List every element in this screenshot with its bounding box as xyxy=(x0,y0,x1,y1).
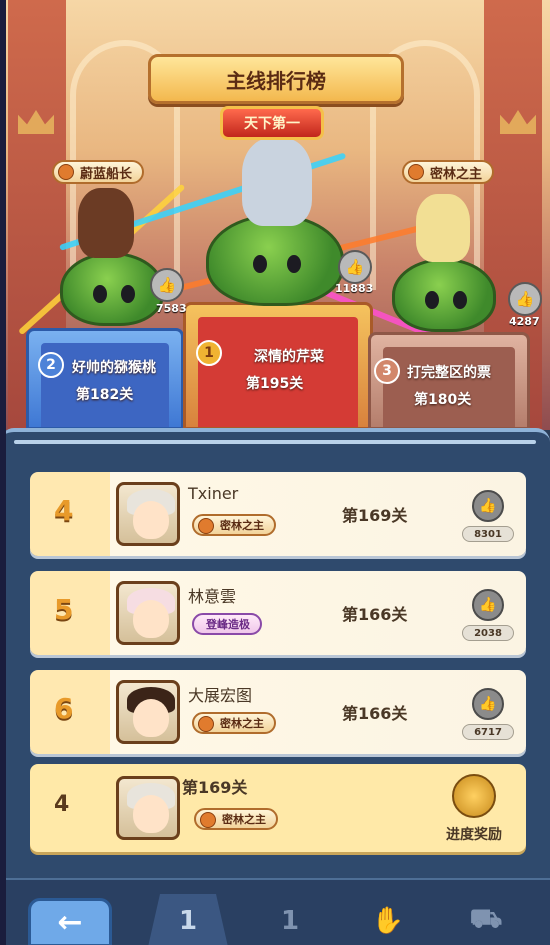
player-name: 大展宏图 xyxy=(188,686,253,705)
player-title: 登峰造极 xyxy=(192,613,262,635)
podium-second-name: 好帅的猕猴桃 xyxy=(72,360,156,376)
screen-edge xyxy=(0,0,6,945)
like-button[interactable]: 👍 xyxy=(472,688,504,720)
tab-guild-ranking[interactable]: ✋ xyxy=(348,894,428,945)
page-title: 主线排行榜 xyxy=(148,54,404,104)
treasure-chest-icon xyxy=(452,774,496,818)
hero-third[interactable] xyxy=(416,194,470,262)
table-row[interactable]: 6 大展宏图 密林之主 第166关 👍 6717 xyxy=(30,670,526,754)
bottom-nav: ← 1 1 ✋ ⛟ xyxy=(0,878,550,945)
avatar[interactable] xyxy=(116,680,180,744)
banner-icon: 1 xyxy=(280,905,300,936)
podium-scene: 主线排行榜 天下第一 蔚蓝船长 密林之主 👍 7583 👍 11883 👍 42… xyxy=(0,0,550,430)
podium-second-level: 第182关 xyxy=(76,387,134,403)
back-arrow-icon: ← xyxy=(57,905,83,940)
trophy-icon: 1 xyxy=(178,905,198,936)
progress-reward-button[interactable]: 进度奖励 xyxy=(430,774,518,844)
ranking-list-panel[interactable]: 4 Txiner 密林之主 第169关 👍 8301 5 林意雲 登峰造极 第1… xyxy=(0,428,550,878)
player-name: Txiner xyxy=(188,484,239,503)
thumbs-up-icon: 👍 xyxy=(479,498,497,514)
hero-second[interactable] xyxy=(78,188,134,258)
tab-tower-ranking[interactable]: 1 xyxy=(250,894,330,945)
champion-badge: 天下第一 xyxy=(220,106,324,140)
my-rank-row[interactable]: 4 第169关 密林之主 进度奖励 xyxy=(30,764,526,852)
player-title: 密林之主 xyxy=(192,514,276,536)
rank-number: 4 xyxy=(54,792,70,817)
thumbs-up-icon: 👍 xyxy=(157,276,177,294)
likes-second: 7583 xyxy=(156,302,187,315)
podium-first-level: 第195关 xyxy=(246,376,304,392)
player-title: 密林之主 xyxy=(192,712,276,734)
likes-first: 11883 xyxy=(335,282,374,295)
tab-main-ranking[interactable]: 1 xyxy=(148,894,228,945)
medal-icon: 2 xyxy=(38,352,64,378)
panel-divider xyxy=(14,440,536,444)
player-title: 密林之主 xyxy=(194,808,278,830)
like-button-third[interactable]: 👍 xyxy=(508,282,542,316)
player-level: 第166关 xyxy=(342,704,408,723)
podium-first[interactable] xyxy=(183,302,373,430)
player-level: 第169关 xyxy=(182,778,248,797)
bush-mount-third xyxy=(392,258,496,332)
like-count: 2038 xyxy=(462,625,514,641)
podium-first-name: 深情的芹菜 xyxy=(254,349,324,365)
avatar[interactable] xyxy=(116,581,180,645)
progress-reward-label: 进度奖励 xyxy=(446,827,502,843)
anchor-icon xyxy=(58,164,74,180)
mushroom-icon xyxy=(198,716,214,732)
like-count: 8301 xyxy=(462,526,514,542)
leaderboard-screen: 主线排行榜 天下第一 蔚蓝船长 密林之主 👍 7583 👍 11883 👍 42… xyxy=(0,0,550,945)
thumbs-up-icon: 👍 xyxy=(345,258,365,276)
thumbs-up-icon: 👍 xyxy=(479,696,497,712)
podium-third-level: 第180关 xyxy=(414,392,472,408)
handshake-icon: ✋ xyxy=(371,905,405,936)
hero-first[interactable] xyxy=(242,138,312,226)
thumbs-up-icon: 👍 xyxy=(515,290,535,308)
player-level: 第166关 xyxy=(342,605,408,624)
like-button[interactable]: 👍 xyxy=(472,490,504,522)
player-level: 第169关 xyxy=(342,506,408,525)
like-button[interactable]: 👍 xyxy=(472,589,504,621)
player-name: 林意雲 xyxy=(188,587,237,606)
table-row[interactable]: 5 林意雲 登峰造极 第166关 👍 2038 xyxy=(30,571,526,655)
like-count: 6717 xyxy=(462,724,514,740)
podium-second[interactable] xyxy=(26,328,184,430)
podium-third-title: 密林之主 xyxy=(402,160,495,184)
likes-third: 4287 xyxy=(509,315,540,328)
back-button[interactable]: ← xyxy=(28,898,112,945)
avatar[interactable] xyxy=(116,482,180,546)
medal-icon: 3 xyxy=(374,358,400,384)
podium-second-title: 蔚蓝船长 xyxy=(52,160,145,184)
rank-number: 5 xyxy=(54,593,74,626)
rank-number: 6 xyxy=(54,692,74,725)
bush-mount-second xyxy=(60,252,164,326)
medal-icon: 1 xyxy=(196,340,222,366)
like-button-second[interactable]: 👍 xyxy=(150,268,184,302)
thumbs-up-icon: 👍 xyxy=(479,597,497,613)
tab-cart-ranking[interactable]: ⛟ xyxy=(446,894,526,945)
rank-number: 4 xyxy=(54,494,74,527)
avatar[interactable] xyxy=(116,776,180,840)
table-row[interactable]: 4 Txiner 密林之主 第169关 👍 8301 xyxy=(30,472,526,556)
bush-mount-first xyxy=(206,214,344,306)
like-button-first[interactable]: 👍 xyxy=(338,250,372,284)
mushroom-icon xyxy=(200,812,216,828)
podium-third-name: 打完整区的票 xyxy=(407,365,491,381)
cart-icon: ⛟ xyxy=(469,903,503,934)
mushroom-icon xyxy=(408,164,424,180)
mushroom-icon xyxy=(198,518,214,534)
